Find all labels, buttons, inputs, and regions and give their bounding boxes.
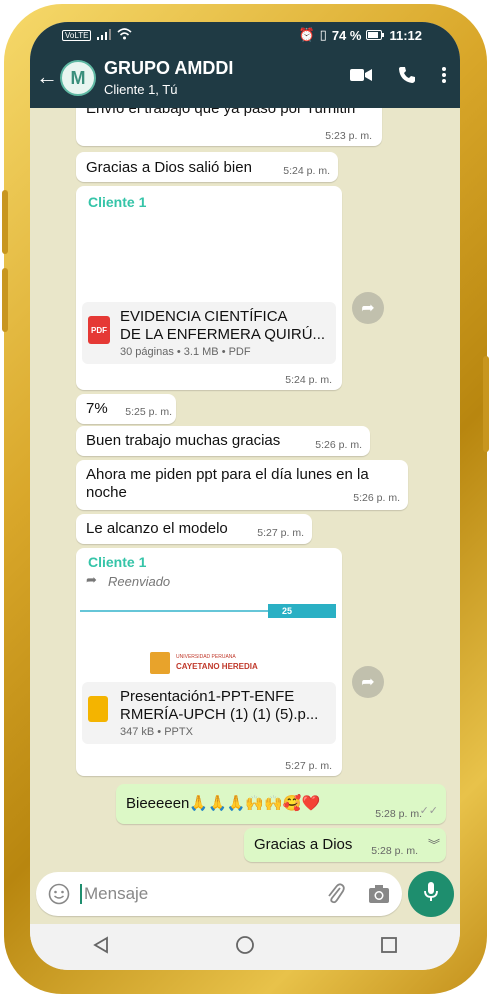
document-title: EVIDENCIA CIENTÍFICA bbox=[120, 308, 288, 325]
message-time: 5:25 p. m. bbox=[125, 406, 172, 418]
signal-icon bbox=[97, 28, 112, 43]
sender-name: Cliente 1 bbox=[88, 554, 147, 570]
message-time: 5:28 p. m. bbox=[371, 845, 418, 857]
message-bubble-outgoing[interactable]: Bieeeeen🙏🙏🙏🙌🙌🥰❤️ 5:28 p. m. ✓✓ bbox=[116, 784, 446, 824]
sender-name: Cliente 1 bbox=[88, 194, 147, 210]
message-bubble[interactable]: Envío el trabajo que ya pasó por Turniti… bbox=[76, 108, 382, 146]
message-bubble[interactable]: 7% 5:25 p. m. bbox=[76, 394, 176, 424]
forwarded-icon: ➦ bbox=[86, 572, 97, 587]
attach-icon[interactable] bbox=[326, 882, 346, 911]
message-text: Buen trabajo muchas gracias bbox=[86, 432, 281, 449]
forward-share-icon[interactable]: ➦ bbox=[352, 292, 384, 324]
university-logo-top: UNIVERSIDAD PERUANA bbox=[176, 654, 236, 660]
slide-badge: 25 bbox=[268, 604, 336, 618]
message-text: Gracias a Dios salió bien bbox=[86, 159, 252, 176]
status-bar: VoLTE ⏰ ▯ 74 % 11:12 bbox=[30, 22, 460, 48]
message-bubble-outgoing[interactable]: Gracias a Dios 5:28 p. m. ︾ bbox=[244, 828, 446, 862]
back-arrow-icon[interactable]: ← bbox=[36, 64, 58, 90]
message-text: 7% bbox=[86, 400, 108, 417]
document-title: DE LA ENFERMERA QUIRÚ... bbox=[120, 326, 326, 343]
message-time: 5:23 p. m. bbox=[325, 130, 372, 142]
emoji-icon[interactable] bbox=[48, 883, 70, 910]
chat-title[interactable]: GRUPO AMDDI bbox=[104, 58, 233, 79]
message-bubble[interactable]: Ahora me piden ppt para el día lunes en … bbox=[76, 460, 408, 510]
message-time: 5:27 p. m. bbox=[285, 760, 332, 772]
message-time: 5:24 p. m. bbox=[283, 165, 330, 177]
forwarded-label: Reenviado bbox=[108, 574, 171, 589]
input-bar: Mensaje bbox=[30, 868, 460, 924]
slide-line bbox=[80, 610, 270, 612]
message-text: Gracias a Dios bbox=[254, 836, 353, 853]
group-avatar[interactable]: M bbox=[60, 60, 96, 96]
pptx-icon bbox=[88, 696, 108, 722]
message-time: 5:28 p. m. bbox=[375, 808, 422, 820]
clock: 11:12 bbox=[389, 27, 422, 43]
battery-percent: 74 % bbox=[331, 27, 362, 43]
microphone-button[interactable] bbox=[408, 871, 454, 917]
battery-icon bbox=[366, 28, 385, 43]
side-button bbox=[483, 356, 489, 452]
wifi-icon bbox=[117, 28, 132, 43]
message-input-box[interactable]: Mensaje bbox=[36, 872, 402, 916]
scroll-down-icon[interactable]: ︾ bbox=[428, 836, 440, 853]
nav-home-icon[interactable] bbox=[235, 935, 255, 960]
document-meta: 347 kB • PPTX bbox=[120, 726, 193, 738]
message-time: 5:26 p. m. bbox=[353, 492, 400, 504]
side-button bbox=[2, 268, 8, 332]
phone-call-icon[interactable] bbox=[398, 66, 416, 89]
microphone-icon bbox=[423, 881, 439, 908]
document-title: Presentación1-PPT-ENFE bbox=[120, 688, 295, 705]
message-time: 5:27 p. m. bbox=[257, 527, 304, 539]
university-logo-icon bbox=[150, 652, 170, 674]
camera-icon[interactable] bbox=[368, 884, 390, 909]
android-nav-bar bbox=[30, 924, 460, 970]
alarm-icon: ⏰ bbox=[298, 27, 315, 42]
message-bubble[interactable]: Le alcanzo el modelo 5:27 p. m. bbox=[76, 514, 312, 544]
message-text: Ahora me piden ppt para el día lunes en … bbox=[86, 466, 369, 483]
read-receipt-icon: ✓✓ bbox=[419, 805, 438, 817]
nav-back-icon[interactable] bbox=[92, 935, 110, 959]
chat-area[interactable]: Envío el trabajo que ya pasó por Turniti… bbox=[30, 108, 460, 868]
chat-members[interactable]: Cliente 1, Tú bbox=[104, 82, 177, 97]
document-attachment[interactable]: PDF EVIDENCIA CIENTÍFICA DE LA ENFERMERA… bbox=[82, 302, 336, 364]
video-call-icon[interactable] bbox=[350, 68, 372, 87]
message-text: Bieeeeen🙏🙏🙏🙌🙌🥰❤️ bbox=[126, 795, 321, 812]
more-options-icon[interactable] bbox=[442, 67, 446, 88]
pdf-icon: PDF bbox=[88, 316, 110, 344]
side-button bbox=[2, 190, 8, 254]
nav-recents-icon[interactable] bbox=[380, 936, 398, 959]
message-time: 5:26 p. m. bbox=[315, 439, 362, 451]
chat-header: ← M GRUPO AMDDI Cliente 1, Tú bbox=[30, 48, 460, 108]
document-message[interactable]: Cliente 1 PDF EVIDENCIA CIENTÍFICA DE LA… bbox=[76, 186, 342, 390]
document-message[interactable]: Cliente 1 ➦ Reenviado 25 UNIVERSIDAD PER… bbox=[76, 548, 342, 776]
document-title: RMERÍA-UPCH (1) (1) (5).p... bbox=[120, 706, 319, 723]
message-text: Le alcanzo el modelo bbox=[86, 520, 228, 537]
message-placeholder[interactable]: Mensaje bbox=[80, 884, 148, 904]
volte-badge: VoLTE bbox=[62, 30, 92, 41]
document-attachment[interactable]: Presentación1-PPT-ENFE RMERÍA-UPCH (1) (… bbox=[82, 682, 336, 744]
message-bubble[interactable]: Buen trabajo muchas gracias 5:26 p. m. bbox=[76, 426, 370, 456]
message-bubble[interactable]: Gracias a Dios salió bien 5:24 p. m. bbox=[76, 152, 338, 182]
document-meta: 30 páginas • 3.1 MB • PDF bbox=[120, 346, 251, 358]
message-time: 5:24 p. m. bbox=[285, 374, 332, 386]
vibrate-icon: ▯ bbox=[319, 27, 327, 42]
university-logo-text: CAYETANO HEREDIA bbox=[176, 662, 258, 671]
message-text: noche bbox=[86, 484, 127, 501]
forward-share-icon[interactable]: ➦ bbox=[352, 666, 384, 698]
phone-screen: VoLTE ⏰ ▯ 74 % 11:12 ← M GRUPO AMDDI Cli… bbox=[30, 22, 460, 970]
message-text: Envío el trabajo que ya pasó por Turniti… bbox=[86, 108, 356, 117]
slide-preview[interactable]: 25 UNIVERSIDAD PERUANA CAYETANO HEREDIA bbox=[80, 594, 338, 676]
